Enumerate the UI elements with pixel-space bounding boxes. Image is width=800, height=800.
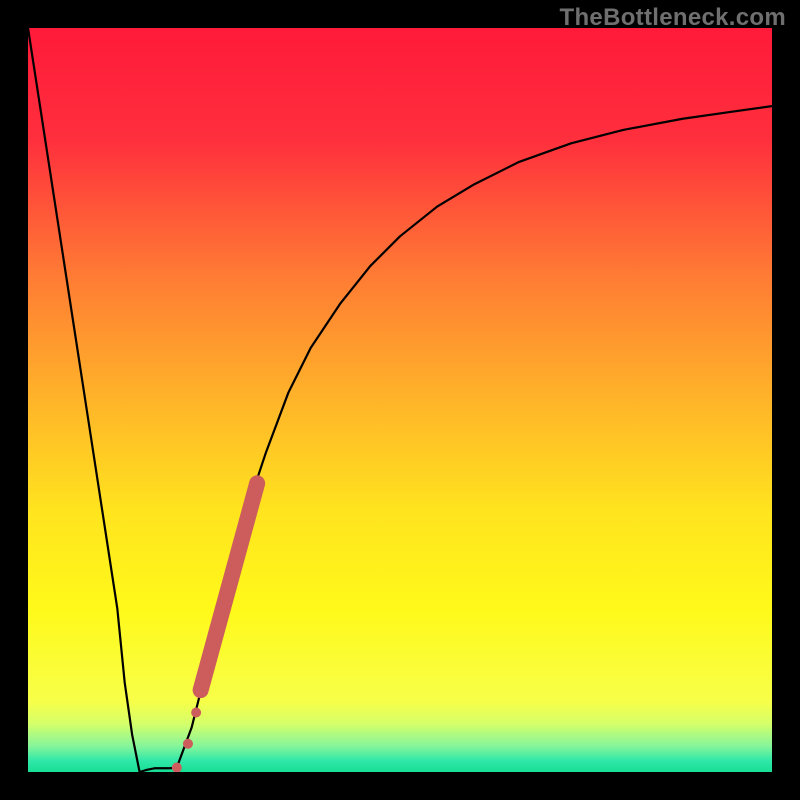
highlight-dot xyxy=(195,684,207,696)
chart-frame: TheBottleneck.com xyxy=(0,0,800,800)
highlight-dot xyxy=(183,739,193,749)
bottleneck-chart xyxy=(28,28,772,772)
highlight-dot xyxy=(191,707,201,717)
gradient-background xyxy=(28,28,772,772)
plot-area xyxy=(28,28,772,772)
